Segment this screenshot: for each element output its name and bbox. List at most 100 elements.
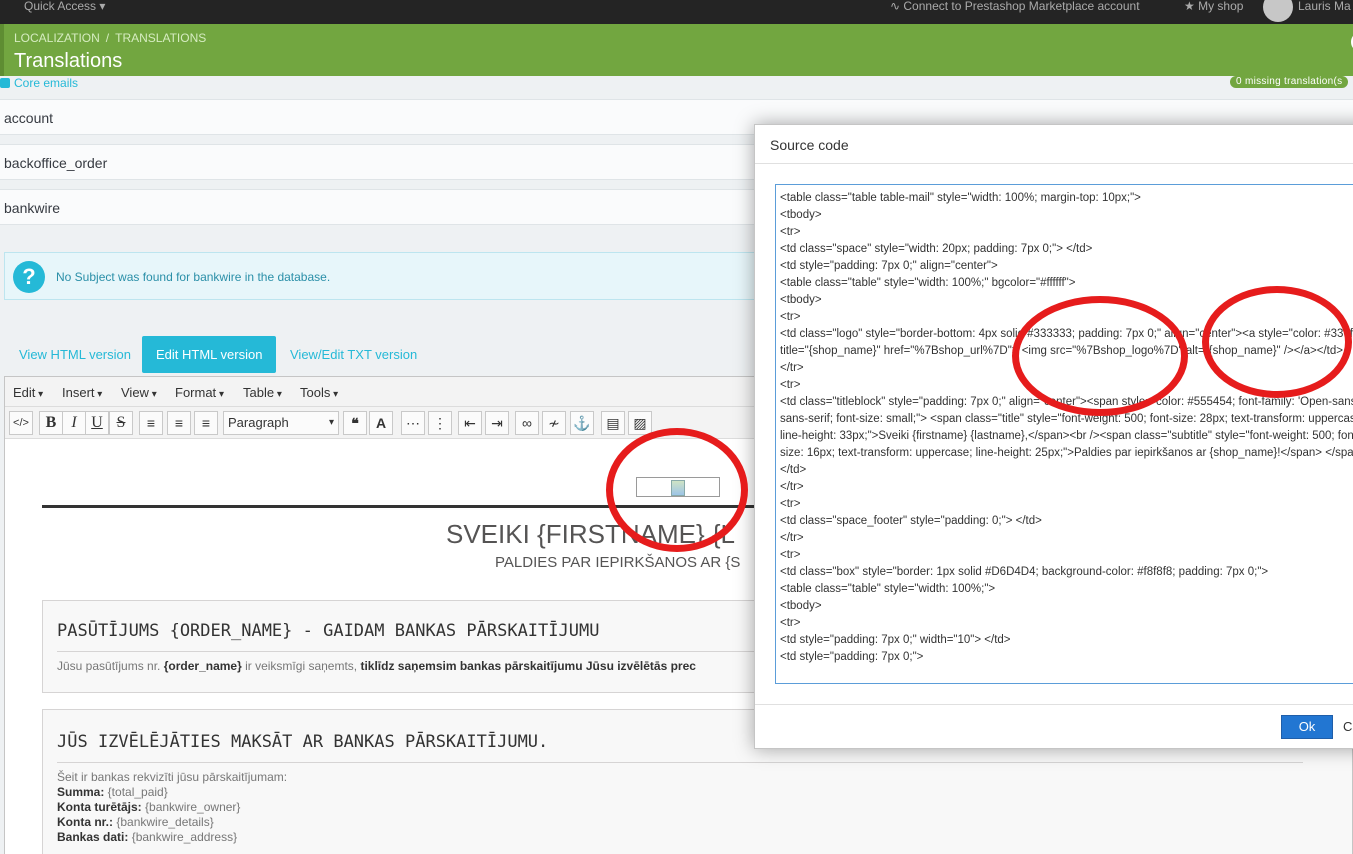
question-icon: ? — [13, 261, 45, 293]
dialog-title: Source code — [770, 137, 849, 153]
bank-row-value: {bankwire_address} — [128, 830, 238, 844]
bank-row: Konta turētājs: {bankwire_owner} — [57, 800, 287, 815]
breadcrumb: LOCALIZATION / TRANSLATIONS — [14, 31, 206, 45]
core-emails-toggle[interactable]: Core emails — [0, 76, 78, 90]
menu-insert[interactable]: Insert — [62, 385, 102, 400]
page-title: Translations — [14, 50, 123, 72]
top-navbar: Quick Access ∿ Connect to Prestashop Mar… — [0, 0, 1353, 24]
code-line: <table class="table" style="width: 100%;… — [780, 583, 996, 595]
code-line: <tr> — [780, 498, 801, 510]
menu-tools[interactable]: Tools — [300, 385, 338, 400]
blockquote-button[interactable]: ❝ — [343, 411, 367, 435]
indent-icon[interactable]: ⇥ — [485, 411, 509, 435]
bank-details: Šeit ir bankas rekvizīti jūsu pārskaitīj… — [57, 770, 287, 845]
block-format-select[interactable]: Paragraph — [223, 411, 339, 435]
media-icon[interactable]: ▤ — [601, 411, 625, 435]
my-shop-link[interactable]: ★ My shop — [1184, 0, 1243, 12]
avatar[interactable] — [1263, 0, 1293, 22]
order-box-title: PASŪTĪJUMS {ORDER_NAME} - GAIDAM BANKAS … — [57, 621, 600, 641]
code-line: </tr> — [780, 481, 804, 493]
greeting-subtitle: PALDIES PAR IEPIRKŠANOS AR {S — [495, 554, 741, 571]
user-name[interactable]: Lauris Ma — [1298, 0, 1351, 12]
missing-translations-badge: 0 missing translation(s — [1230, 76, 1349, 88]
code-line: <td style="padding: 7px 0;"> — [780, 651, 924, 663]
plug-icon: ∿ — [890, 0, 904, 13]
checkbox-icon — [0, 78, 10, 88]
bank-box-title: JŪS IZVĒLĒJĀTIES MAKSĀT AR BANKAS PĀRSKA… — [57, 732, 549, 752]
source-code-textarea[interactable]: <table class="table table-mail" style="w… — [775, 184, 1353, 684]
code-line: <tr> — [780, 226, 801, 238]
code-line: <td class="space_footer" style="padding:… — [780, 515, 1042, 527]
bank-row-value: {bankwire_details} — [113, 815, 214, 829]
bank-row: Bankas dati: {bankwire_address} — [57, 830, 287, 845]
bank-box-divider — [57, 762, 1303, 763]
order-box-text: Jūsu pasūtījums nr. {order_name} ir veik… — [57, 659, 696, 673]
core-emails-label: Core emails — [14, 76, 79, 90]
bank-row: Konta nr.: {bankwire_details} — [57, 815, 287, 830]
bank-row-label: Bankas dati: — [57, 830, 129, 844]
ok-button[interactable]: Ok — [1281, 715, 1333, 739]
breadcrumb-localization[interactable]: LOCALIZATION — [14, 31, 100, 45]
tab-edit-html[interactable]: Edit HTML version — [142, 336, 277, 373]
annotation-circle-logo — [606, 428, 748, 552]
order-text-a: Jūsu pasūtījums nr. — [57, 659, 164, 673]
strikethrough-button[interactable]: S — [109, 411, 133, 435]
unlink-icon[interactable]: ≁ — [542, 411, 566, 435]
code-line: <tr> — [780, 617, 801, 629]
underline-button[interactable]: U — [85, 411, 109, 435]
italic-button[interactable]: I — [62, 411, 86, 435]
quick-access-menu[interactable]: Quick Access — [24, 0, 105, 12]
align-center-icon[interactable]: ≡ — [167, 411, 191, 435]
code-line: <td class="box" style="border: 1px solid… — [780, 566, 1269, 578]
source-code-dialog: Source code <table class="table table-ma… — [754, 124, 1353, 749]
marketplace-connect-link[interactable]: ∿ Connect to Prestashop Marketplace acco… — [890, 0, 1140, 12]
link-icon[interactable]: ∞ — [515, 411, 539, 435]
bank-row-label: Summa: — [57, 785, 105, 799]
bank-row-value: {bankwire_owner} — [141, 800, 241, 814]
bank-row-label: Konta turētājs: — [57, 800, 142, 814]
code-line: <tbody> — [780, 209, 822, 221]
align-left-icon[interactable]: ≡ — [139, 411, 163, 435]
code-line: <tr> — [780, 549, 801, 561]
cancel-button[interactable]: Ca — [1343, 715, 1353, 739]
bank-row-label: Konta nr.: — [57, 815, 113, 829]
menu-format[interactable]: Format — [175, 385, 224, 400]
text-color-button[interactable]: A — [369, 411, 393, 435]
align-right-icon[interactable]: ≡ — [194, 411, 218, 435]
anchor-icon[interactable]: ⚓ — [570, 411, 594, 435]
order-text-d: tiklīdz saņemsim bankas pārskaitījumu Jū… — [360, 659, 696, 673]
tab-view-html[interactable]: View HTML version — [5, 336, 145, 373]
order-text-b: {order_name} — [163, 659, 242, 673]
menu-view[interactable]: View — [121, 385, 157, 400]
dialog-footer-divider — [755, 704, 1353, 705]
alert-text: No Subject was found for bankwire in the… — [56, 270, 331, 284]
dialog-divider — [755, 163, 1353, 164]
code-line: <tbody> — [780, 600, 822, 612]
image-icon[interactable]: ▨ — [628, 411, 652, 435]
code-line: <td style="padding: 7px 0;" align="cente… — [780, 260, 998, 272]
code-line: </tr> — [780, 532, 804, 544]
code-line: <td style="padding: 7px 0;" width="10"> … — [780, 634, 1011, 646]
breadcrumb-translations[interactable]: TRANSLATIONS — [115, 31, 206, 45]
breadcrumb-separator: / — [105, 31, 110, 45]
annotation-circle-href — [1012, 296, 1188, 416]
menu-table[interactable]: Table — [243, 385, 282, 400]
annotation-circle-img-src — [1202, 286, 1352, 398]
star-icon: ★ — [1184, 0, 1199, 13]
source-code-button[interactable]: </> — [9, 411, 33, 435]
page-header: LOCALIZATION / TRANSLATIONS Translations — [0, 24, 1353, 76]
code-line: <table class="table table-mail" style="w… — [780, 192, 1141, 204]
bold-button[interactable]: B — [39, 411, 63, 435]
bank-row: Summa: {total_paid} — [57, 785, 287, 800]
bank-intro: Šeit ir bankas rekvizīti jūsu pārskaitīj… — [57, 770, 288, 784]
outdent-icon[interactable]: ⇤ — [458, 411, 482, 435]
order-text-c: ir veiksmīgi saņemts, — [241, 659, 361, 673]
code-line: <td class="space" style="width: 20px; pa… — [780, 243, 1093, 255]
my-shop-label: My shop — [1198, 0, 1244, 13]
numbered-list-icon[interactable]: ⋮ — [428, 411, 452, 435]
marketplace-connect-label: Connect to Prestashop Marketplace accoun… — [903, 0, 1140, 13]
tab-edit-txt[interactable]: View/Edit TXT version — [276, 336, 431, 373]
bullet-list-icon[interactable]: ⋯ — [401, 411, 425, 435]
menu-edit[interactable]: Edit — [13, 385, 43, 400]
bank-row-value: {total_paid} — [104, 785, 168, 799]
